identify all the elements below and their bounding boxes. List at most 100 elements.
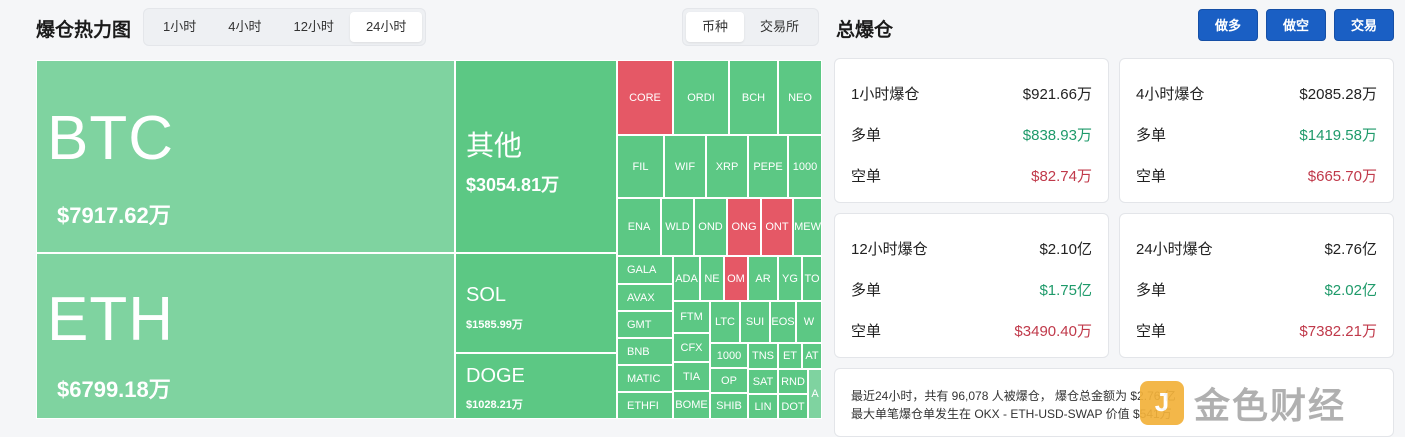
tab-24h[interactable]: 24小时	[349, 12, 423, 42]
tile-btc-symbol: BTC	[47, 104, 174, 173]
tile-other-value: $3054.81万	[466, 175, 560, 195]
card-12h: 12小时爆仓 $2.10亿 多单 $1.75亿 空单 $3490.40万	[834, 213, 1109, 358]
tile-om[interactable]: OM	[724, 256, 748, 301]
watermark-text: 金色财经	[1194, 384, 1347, 426]
heatmap-title: 爆仓热力图	[36, 20, 132, 41]
card-label: 12小时爆仓	[851, 241, 928, 258]
tile-fil[interactable]: FIL	[617, 135, 664, 198]
tile-op[interactable]: OP	[710, 368, 748, 393]
tile-doge-symbol: DOGE	[466, 365, 525, 387]
tile-at[interactable]: AT	[802, 343, 822, 369]
tile-dot[interactable]: DOT	[778, 394, 808, 419]
tile-sui[interactable]: SUI	[740, 301, 770, 343]
card-24h: 24小时爆仓 $2.76亿 多单 $2.02亿 空单 $7382.21万	[1119, 213, 1394, 358]
card-label: 1小时爆仓	[851, 86, 920, 103]
tile-neo[interactable]: NEO	[778, 60, 822, 135]
tile-ar[interactable]: AR	[748, 256, 778, 301]
tile-ont[interactable]: ONT	[761, 198, 793, 256]
tile-sol[interactable]: SOL $1585.99万	[455, 253, 617, 353]
tile-ftm[interactable]: FTM	[673, 301, 710, 333]
tile-doge[interactable]: DOGE $1028.21万	[455, 353, 617, 419]
tile-rnd[interactable]: RND	[778, 369, 808, 394]
tile-ada[interactable]: ADA	[673, 256, 700, 301]
tile-ltc[interactable]: LTC	[710, 301, 740, 343]
tile-sol-value: $1585.99万	[466, 319, 523, 331]
tile-bnb[interactable]: BNB	[617, 338, 673, 365]
long-value: $838.93万	[1022, 127, 1092, 144]
tile-ordi[interactable]: ORDI	[673, 60, 729, 135]
tile-tia[interactable]: TIA	[673, 362, 710, 391]
tile-1000-b[interactable]: 1000	[710, 343, 748, 368]
tile-ethfi[interactable]: ETHFI	[617, 392, 673, 419]
tile-other-symbol: 其他	[466, 130, 523, 161]
tile-gala[interactable]: GALA	[617, 256, 673, 284]
time-range-tabs: 1小时 4小时 12小时 24小时	[143, 8, 427, 46]
card-label: 4小时爆仓	[1136, 86, 1205, 103]
short-value: $665.70万	[1307, 168, 1377, 185]
long-value: $1419.58万	[1299, 127, 1377, 144]
card-total: $2085.28万	[1299, 86, 1377, 103]
long-label: 多单	[851, 127, 882, 144]
tile-to[interactable]: TO	[802, 256, 822, 301]
card-total: $2.10亿	[1039, 241, 1092, 258]
tile-wld[interactable]: WLD	[661, 198, 694, 256]
tile-a[interactable]: A	[808, 369, 822, 419]
card-total: $2.76亿	[1324, 241, 1377, 258]
short-button[interactable]: 做空	[1266, 9, 1326, 41]
tile-core[interactable]: CORE	[617, 60, 673, 135]
tile-eth-value: $6799.18万	[57, 377, 171, 402]
tile-matic[interactable]: MATIC	[617, 365, 673, 392]
tile-et[interactable]: ET	[778, 343, 802, 369]
liquidation-heatmap: BTC $7917.62万 ETH $6799.18万 其他 $3054.81万…	[36, 60, 822, 419]
tile-bome[interactable]: BOME	[673, 391, 710, 419]
tile-btc[interactable]: BTC $7917.62万	[36, 60, 455, 253]
tile-yg[interactable]: YG	[778, 256, 802, 301]
jinse-logo-char: J	[1154, 387, 1170, 417]
tile-ong[interactable]: ONG	[727, 198, 761, 256]
short-value: $7382.21万	[1299, 323, 1377, 340]
tab-4h[interactable]: 4小时	[212, 12, 277, 42]
tile-other[interactable]: 其他 $3054.81万	[455, 60, 617, 253]
group-tabs: 币种 交易所	[682, 8, 820, 46]
short-label: 空单	[1136, 323, 1167, 340]
tile-btc-value: $7917.62万	[57, 203, 171, 228]
tile-ne[interactable]: NE	[700, 256, 724, 301]
card-1h: 1小时爆仓 $921.66万 多单 $838.93万 空单 $82.74万	[834, 58, 1109, 203]
tile-eth[interactable]: ETH $6799.18万	[36, 253, 455, 419]
tile-bch[interactable]: BCH	[729, 60, 778, 135]
tab-coin[interactable]: 币种	[686, 12, 745, 42]
tile-eth-symbol: ETH	[47, 285, 174, 354]
long-label: 多单	[1136, 127, 1167, 144]
tab-1h[interactable]: 1小时	[147, 12, 212, 42]
long-label: 多单	[851, 282, 882, 299]
trade-button[interactable]: 交易	[1334, 9, 1394, 41]
tile-eos[interactable]: EOS	[770, 301, 796, 343]
tile-xrp[interactable]: XRP	[706, 135, 748, 198]
tile-shib[interactable]: SHIB	[710, 393, 748, 419]
long-value: $1.75亿	[1039, 282, 1092, 299]
tile-avax[interactable]: AVAX	[617, 284, 673, 311]
tile-w[interactable]: W	[796, 301, 822, 343]
short-label: 空单	[851, 323, 882, 340]
long-button[interactable]: 做多	[1198, 9, 1258, 41]
tile-ena[interactable]: ENA	[617, 198, 661, 256]
tile-ond[interactable]: OND	[694, 198, 727, 256]
tile-lin[interactable]: LIN	[748, 394, 778, 419]
tile-mew[interactable]: MEW	[793, 198, 822, 256]
tile-tns[interactable]: TNS	[748, 343, 778, 369]
jinse-watermark: J 金色财经	[1140, 368, 1405, 437]
tile-1000-a[interactable]: 1000	[788, 135, 822, 198]
card-total: $921.66万	[1022, 86, 1092, 103]
tile-sat[interactable]: SAT	[748, 369, 778, 394]
tile-wif[interactable]: WIF	[664, 135, 706, 198]
tab-exchange[interactable]: 交易所	[744, 12, 815, 42]
tile-pepe[interactable]: PEPE	[748, 135, 788, 198]
short-label: 空单	[851, 168, 882, 185]
tile-gmt[interactable]: GMT	[617, 311, 673, 338]
tile-doge-value: $1028.21万	[466, 399, 523, 411]
short-value: $3490.40万	[1014, 323, 1092, 340]
tile-cfx[interactable]: CFX	[673, 333, 710, 362]
tab-12h[interactable]: 12小时	[277, 12, 349, 42]
jinse-logo-icon: J	[1140, 380, 1184, 425]
short-value: $82.74万	[1031, 168, 1092, 185]
